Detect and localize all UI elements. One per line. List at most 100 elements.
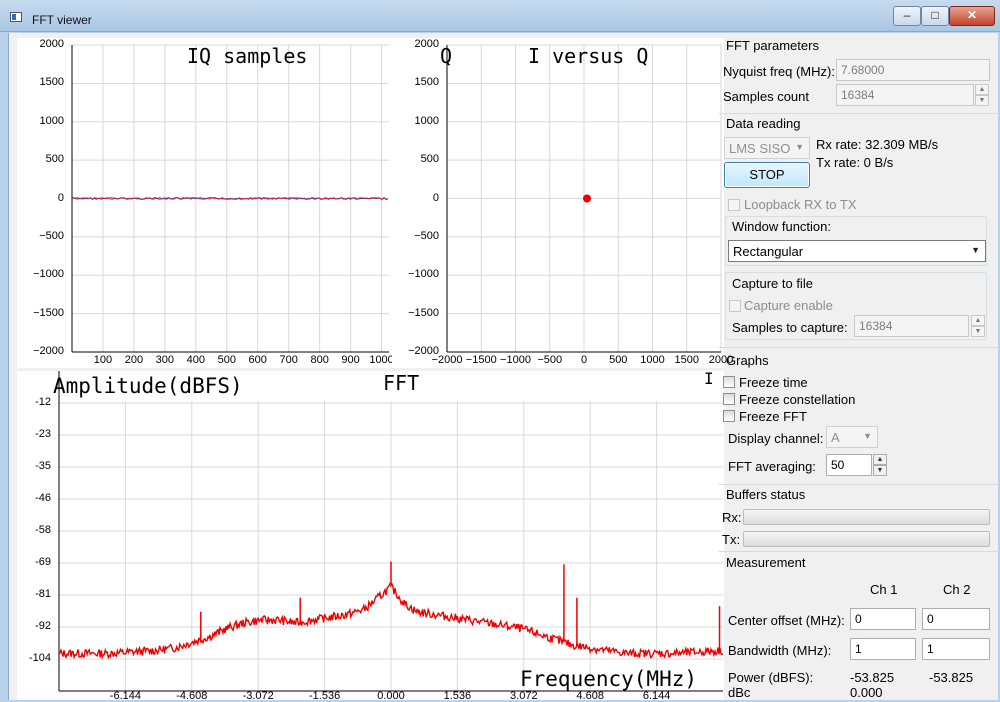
- iq-samples-plot[interactable]: IQ samples 2000 1500 1000 500 0 −500 −1000 −150…: [17, 38, 394, 368]
- rx-buffer-progress: [743, 509, 990, 525]
- x-tick-label: −500: [537, 354, 563, 366]
- title-bar: FFT viewer – □ ✕: [0, 0, 1000, 32]
- x-tick-label: 300: [155, 354, 175, 366]
- y-tick-label: 1000: [39, 114, 64, 127]
- y-tick-label: −500: [39, 229, 64, 242]
- y-tick-label: -92: [35, 620, 51, 632]
- fft-plot[interactable]: Amplitude(dBFS) FFT Frequency(MHz) -12 -2…: [17, 371, 724, 702]
- maximize-button[interactable]: □: [921, 6, 949, 26]
- y-tick-label: -69: [35, 556, 51, 568]
- y-tick-label: 500: [45, 153, 64, 166]
- samples-count-up-icon[interactable]: ▲: [975, 84, 989, 95]
- y-tick-label: 0: [57, 191, 64, 204]
- x-tick-label: 500: [217, 354, 236, 366]
- text-cursor-icon: I: [704, 369, 714, 388]
- graphs-group-title: Graphs: [726, 353, 769, 368]
- freeze-constellation-label: Freeze constellation: [739, 392, 856, 407]
- x-tick-label: 0: [580, 354, 588, 366]
- stop-button[interactable]: STOP: [724, 162, 810, 188]
- loopback-checkbox[interactable]: [728, 199, 740, 211]
- capture-down-icon[interactable]: ▼: [971, 326, 985, 337]
- rx-buffer-label: Rx:: [722, 510, 742, 525]
- iq-samples-chart: [71, 44, 389, 353]
- x-tick-label: 100: [93, 354, 113, 366]
- rx-rate-text: Rx rate: 32.309 MB/s: [816, 137, 939, 152]
- y-tick-label: 1500: [414, 76, 439, 89]
- y-tick-label: 1500: [39, 76, 64, 89]
- averaging-down-icon[interactable]: ▼: [873, 465, 887, 476]
- window-function-select[interactable]: Rectangular ▼: [728, 240, 986, 262]
- x-tick-label: 800: [310, 354, 329, 366]
- minimize-button[interactable]: –: [893, 6, 921, 26]
- window-function-label: Window function:: [732, 219, 831, 234]
- x-tick-label: 4.608: [576, 690, 604, 702]
- device-select[interactable]: LMS SISO ▼: [724, 137, 810, 159]
- freeze-time-checkbox[interactable]: [723, 376, 735, 388]
- freeze-time-label: Freeze time: [739, 375, 808, 390]
- display-channel-label: Display channel:: [728, 431, 824, 446]
- y-tick-label: 500: [420, 153, 439, 166]
- close-button[interactable]: ✕: [949, 6, 995, 26]
- iq-constellation-plot[interactable]: Q I versus Q 2000 1500 1000 500 0 −500 −1000 −1…: [392, 38, 733, 368]
- y-tick-label: −1500: [408, 306, 439, 319]
- power-ch2-value: -53.825: [929, 670, 974, 685]
- capture-enable-checkbox[interactable]: [729, 300, 741, 312]
- tx-buffer-label: Tx:: [722, 532, 741, 547]
- display-channel-select[interactable]: A ▼: [826, 426, 878, 448]
- bandwidth-ch2-input[interactable]: 1: [922, 638, 990, 660]
- nyquist-input[interactable]: 7.68000: [836, 59, 990, 81]
- control-panel: FFT parameters Nyquist freq (MHz): 7.680…: [719, 33, 999, 700]
- dbc-label: dBc: [728, 685, 751, 700]
- y-tick-label: 2000: [414, 38, 439, 50]
- samples-to-capture-label: Samples to capture:: [732, 320, 848, 335]
- samples-count-label: Samples count: [723, 89, 809, 104]
- samples-to-capture-input[interactable]: 16384: [854, 315, 969, 337]
- ch1-column-header: Ch 1: [870, 582, 898, 597]
- x-tick-label: 500: [609, 354, 628, 366]
- chevron-down-icon: ▼: [795, 142, 804, 152]
- fft-averaging-input[interactable]: 50: [826, 454, 872, 476]
- bandwidth-label: Bandwidth (MHz):: [728, 643, 832, 658]
- bandwidth-ch1-input[interactable]: 1: [850, 638, 916, 660]
- y-tick-label: 1000: [414, 114, 439, 127]
- iq-plot-title: IQ samples: [187, 44, 308, 68]
- y-tick-label: -12: [35, 396, 51, 408]
- averaging-up-icon[interactable]: ▲: [873, 454, 887, 465]
- center-offset-ch2-input[interactable]: 0: [922, 608, 990, 630]
- x-tick-label: 200: [124, 354, 144, 366]
- window-function-value: Rectangular: [733, 244, 804, 259]
- x-tick-label: −1500: [465, 354, 497, 366]
- divider: [719, 113, 999, 114]
- x-tick-label: 700: [279, 354, 298, 366]
- center-offset-ch1-input[interactable]: 0: [850, 608, 916, 630]
- ch2-column-header: Ch 2: [943, 582, 971, 597]
- nyquist-label: Nyquist freq (MHz):: [723, 64, 835, 79]
- x-tick-label: 600: [248, 354, 267, 366]
- x-tick-label: 6.144: [642, 690, 671, 702]
- x-tick-label: 400: [186, 354, 206, 366]
- freeze-fft-checkbox[interactable]: [723, 410, 735, 422]
- samples-count-down-icon[interactable]: ▼: [975, 95, 989, 106]
- loopback-label: Loopback RX to TX: [744, 197, 857, 212]
- app-window-icon: [10, 12, 22, 22]
- y-tick-label: -23: [35, 428, 51, 440]
- fft-chart: [58, 371, 724, 692]
- freeze-fft-label: Freeze FFT: [739, 409, 807, 424]
- samples-count-input[interactable]: 16384: [836, 84, 974, 106]
- fft-averaging-label: FFT averaging:: [728, 459, 816, 474]
- x-tick-label: 1000: [369, 354, 394, 366]
- x-tick-label: −2000: [431, 354, 463, 366]
- y-tick-label: -35: [35, 460, 51, 472]
- y-tick-label: −500: [414, 229, 439, 242]
- dbc-value: 0.000: [850, 685, 883, 700]
- chevron-down-icon: ▼: [971, 245, 980, 255]
- capture-up-icon[interactable]: ▲: [971, 315, 985, 326]
- capture-group-title: Capture to file: [732, 276, 813, 291]
- fft-plot-title: FFT: [383, 371, 420, 395]
- ivq-axis-label: Q: [440, 44, 453, 68]
- freeze-constellation-checkbox[interactable]: [723, 393, 735, 405]
- x-tick-label: 1500: [674, 354, 699, 366]
- x-tick-label: -3.072: [242, 690, 274, 702]
- x-tick-label: 1.536: [443, 690, 472, 702]
- y-tick-label: 2000: [39, 38, 64, 50]
